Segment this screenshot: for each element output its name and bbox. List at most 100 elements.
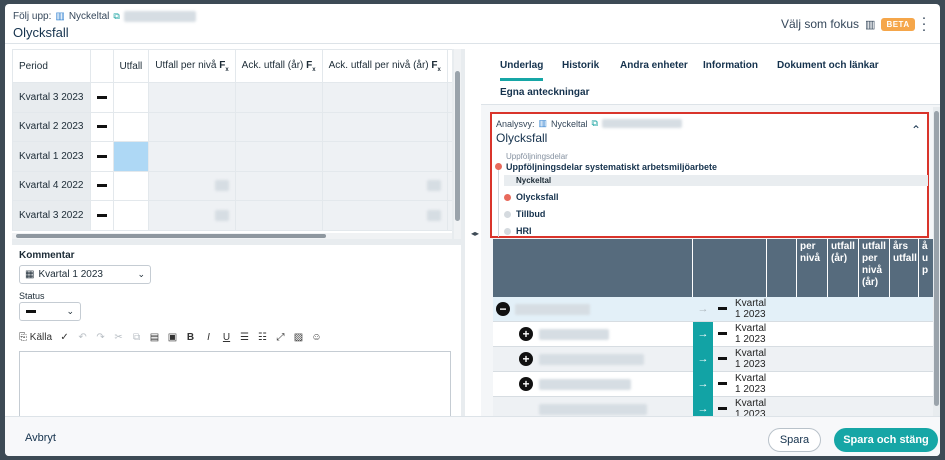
status-select[interactable]: ⌄	[19, 302, 81, 321]
utfall-cell[interactable]	[112, 170, 150, 201]
grid-row[interactable]: − → Kvartal 1 2023	[493, 297, 933, 322]
kpi-item-tillbud[interactable]: Tillbud	[516, 209, 545, 219]
vertical-scrollbar[interactable]	[454, 49, 461, 239]
value-cell	[321, 170, 448, 201]
quarter-line: Kvartal	[735, 373, 767, 384]
value-cell	[446, 170, 452, 201]
kpi-item-olycksfall[interactable]: Olycksfall	[516, 192, 559, 202]
blurred-value	[214, 209, 229, 221]
analysis-grid: per nivå utfall (år) utfall per nivå (år…	[493, 239, 933, 416]
arrow-right-icon[interactable]: →	[693, 372, 713, 397]
arrow-right-icon[interactable]: →	[693, 347, 713, 372]
panel-splitter[interactable]: ◂▸	[471, 49, 480, 416]
col-period[interactable]: Period	[12, 49, 91, 83]
utfall-cell[interactable]	[112, 200, 150, 231]
value-cell	[446, 111, 452, 142]
blurred-value	[214, 180, 229, 192]
arrow-right-icon[interactable]: →	[693, 322, 713, 347]
user-icon[interactable]: ☺	[311, 332, 322, 343]
table-row[interactable]: Kvartal 2 2023	[12, 111, 452, 142]
period-cell: Kvartal 3 2022	[12, 200, 91, 231]
status-cell	[89, 111, 114, 142]
period-cell: Kvartal 2 2023	[12, 111, 91, 142]
italic-icon[interactable]: I	[203, 332, 214, 343]
maximize-icon[interactable]: ⤢	[275, 332, 286, 343]
collapse-icon[interactable]: −	[496, 302, 510, 316]
right-scrollbar[interactable]	[933, 107, 940, 416]
blurred-unit-name	[539, 404, 647, 415]
spellcheck-icon[interactable]: ✓	[59, 332, 70, 343]
group-label: Uppföljningsdelar	[506, 152, 568, 161]
scroll-thumb[interactable]	[16, 234, 326, 238]
col-ack-utfall[interactable]: Ack. utfall (år) Fx	[234, 49, 323, 83]
analysis-view-dropdown: Analysvy: ▥ Nyckeltal ⧉ Olycksfall ⌃ Upp…	[490, 112, 929, 238]
arrow-right-icon[interactable]: →	[693, 397, 713, 416]
table-row[interactable]: Kvartal 4 2022	[12, 170, 452, 201]
tab-historik[interactable]: Historik	[562, 60, 599, 71]
quarter-line: Kvartal	[735, 298, 767, 309]
col-label: Utfall per nivå	[155, 59, 217, 71]
image-icon[interactable]: ▨	[293, 332, 304, 343]
col-utfall[interactable]: Utfall	[112, 49, 150, 83]
quarter-line: 1 2023	[735, 309, 766, 320]
undo-icon[interactable]: ↶	[77, 332, 88, 343]
paste-word-icon[interactable]: ▣	[167, 332, 178, 343]
bar-chart-icon: ▥	[538, 118, 548, 128]
numbered-list-icon[interactable]: ☰	[239, 332, 250, 343]
set-focus-button[interactable]: Välj som fokus ▥ BETA	[781, 17, 915, 31]
bullet-list-icon[interactable]: ☷	[257, 332, 268, 343]
cancel-button[interactable]: Avbryt	[25, 432, 56, 444]
period-select[interactable]: ▦ Kvartal 1 2023 ⌄	[19, 265, 151, 284]
expand-icon[interactable]: +	[519, 377, 533, 391]
grid-row[interactable]: → Kvartal 1 2023	[493, 397, 933, 416]
expand-icon[interactable]: +	[519, 327, 533, 341]
utfall-cell[interactable]	[112, 111, 150, 142]
beta-badge: BETA	[881, 17, 915, 31]
comment-editor[interactable]	[19, 351, 451, 416]
redo-icon[interactable]: ↷	[95, 332, 106, 343]
horizontal-scrollbar[interactable]	[12, 233, 452, 239]
save-and-close-button[interactable]: Spara och stäng	[834, 428, 938, 452]
table-row[interactable]: Kvartal 3 2023	[12, 82, 452, 113]
tab-egna-anteckningar[interactable]: Egna anteckningar	[500, 87, 589, 98]
value-cell	[321, 200, 448, 231]
scroll-thumb[interactable]	[934, 111, 939, 406]
scroll-thumb[interactable]	[455, 71, 460, 221]
underline-icon[interactable]: U	[221, 332, 232, 343]
paste-icon[interactable]: ▤	[149, 332, 160, 343]
chevron-up-icon[interactable]: ⌃	[911, 123, 921, 137]
quarter-line: 1 2023	[735, 384, 766, 395]
quarter-line: Kvartal	[735, 398, 767, 409]
expand-icon[interactable]: +	[519, 352, 533, 366]
value-cell	[148, 111, 236, 142]
col-utfall-per-niva[interactable]: Utfall per nivå Fx	[148, 49, 236, 83]
value-cell	[446, 82, 452, 113]
value-cell	[234, 200, 323, 231]
copy-icon[interactable]: ⧉	[131, 332, 142, 343]
arrow-right-icon[interactable]: →	[693, 297, 713, 322]
status-dash	[26, 310, 36, 313]
grid-row[interactable]: + → Kvartal 1 2023	[493, 372, 933, 397]
save-button[interactable]: Spara	[768, 428, 821, 452]
grid-row[interactable]: + → Kvartal 1 2023	[493, 347, 933, 372]
grid-row[interactable]: + → Kvartal 1 2023	[493, 322, 933, 347]
tab-underlag[interactable]: Underlag	[500, 60, 544, 81]
source-button[interactable]: ⎘ Källa	[19, 332, 52, 343]
kpi-item-hri[interactable]: HRI	[516, 226, 532, 236]
value-cell	[321, 111, 448, 142]
table-row[interactable]: Kvartal 3 2022	[12, 200, 452, 231]
tab-dokument[interactable]: Dokument och länkar	[777, 60, 879, 71]
popup-title: Olycksfall	[496, 131, 548, 145]
blurred-unit-name	[515, 304, 590, 315]
more-menu-icon[interactable]: · · ·	[920, 10, 928, 37]
utfall-cell-selected[interactable]	[112, 141, 150, 172]
table-row[interactable]: Kvartal 1 2023	[12, 141, 452, 172]
group-dot	[495, 163, 502, 170]
cut-icon[interactable]: ✂	[113, 332, 124, 343]
tab-andra-enheter[interactable]: Andra enheter	[620, 60, 688, 71]
bold-icon[interactable]: B	[185, 332, 196, 343]
col-ack-utfall-per-niva[interactable]: Ack. utfall per nivå (år) Fx	[321, 49, 448, 83]
tab-information[interactable]: Information	[703, 60, 758, 71]
utfall-cell[interactable]	[112, 82, 150, 113]
group-item[interactable]: Uppföljningsdelar systematiskt arbetsmil…	[506, 162, 717, 172]
